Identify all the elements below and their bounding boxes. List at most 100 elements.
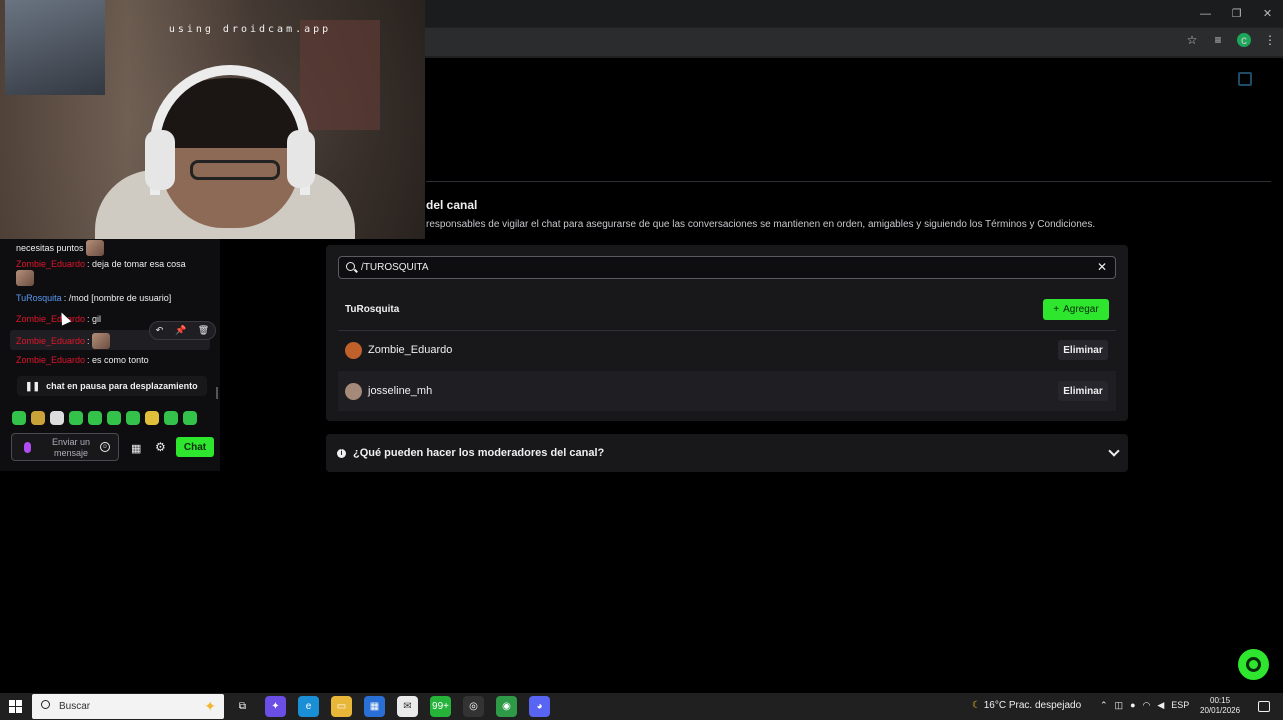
emote-icon[interactable]: [145, 411, 159, 425]
chat-message-text: :: [87, 336, 90, 346]
search-value: /TUROSQUITA: [361, 262, 429, 273]
wifi-icon[interactable]: ◠: [1143, 700, 1151, 711]
store-icon[interactable]: ▦: [364, 696, 385, 717]
chat-emote-line: [16, 270, 34, 286]
emote-icon[interactable]: [107, 411, 121, 425]
reply-icon[interactable]: ↶: [156, 325, 164, 336]
network-icon[interactable]: ◫: [1115, 700, 1124, 711]
chat-message-text: necesitas puntos: [16, 243, 84, 253]
windows-taskbar: Buscar ✦ ⧉ ✦ e ▭ ▦ ✉ 99+ ◎ ◉ ◕ ☾ 16°C Prac. despe…: [0, 693, 1283, 720]
clock-time: 00:15: [1210, 696, 1231, 705]
emote-icon[interactable]: [164, 411, 178, 425]
person-glasses: [190, 160, 280, 180]
chat-scrollbar[interactable]: [216, 387, 218, 399]
chat-message: Zombie_Eduardo : es como tonto: [16, 355, 149, 365]
headset-icon: [1246, 657, 1261, 672]
chat-username[interactable]: Zombie_Eduardo: [16, 314, 85, 324]
emote-icon[interactable]: [31, 411, 45, 425]
emote-icon: [16, 270, 34, 286]
add-moderator-button[interactable]: + Agregar: [1043, 299, 1109, 320]
moderator-name[interactable]: Zombie_Eduardo: [368, 344, 452, 356]
chat-message-text: : deja de tomar esa cosa: [87, 259, 186, 269]
kebab-menu-icon[interactable]: ⋮: [1263, 33, 1277, 47]
language-indicator[interactable]: ESP: [1171, 700, 1189, 711]
chat-username[interactable]: Zombie_Eduardo: [16, 355, 85, 365]
gear-icon[interactable]: ⚙: [155, 440, 166, 454]
address-field[interactable]: [426, 31, 1166, 53]
clear-search-icon[interactable]: ✕: [1097, 260, 1107, 274]
emote-icon[interactable]: [88, 411, 102, 425]
emoji-picker-icon[interactable]: ☺: [100, 442, 110, 452]
emote-icon[interactable]: [126, 411, 140, 425]
moderator-faq-accordion[interactable]: i ¿Qué pueden hacer los moderadores del …: [326, 434, 1128, 472]
emote-icon[interactable]: [12, 411, 26, 425]
notification-icon[interactable]: [1258, 701, 1270, 712]
chrome-icon[interactable]: ◉: [496, 696, 517, 717]
pin-icon[interactable]: 📌: [175, 325, 186, 336]
explorer-icon[interactable]: ▭: [331, 696, 352, 717]
microphone-icon[interactable]: ●: [1130, 700, 1135, 711]
moderators-card: /TUROSQUITA ✕ TuRosquita + Agregar Zombi…: [326, 245, 1128, 421]
section-description: responsables de vigilar el chat para ase…: [426, 219, 1096, 230]
weather-text: 16°C Prac. despejado: [983, 700, 1082, 711]
chat-paused-banner[interactable]: ❚❚ chat en pausa para desplazamiento: [17, 376, 207, 396]
store-icon[interactable]: ▦: [131, 442, 141, 455]
taskbar-search-input[interactable]: Buscar ✦: [32, 694, 224, 719]
windows-start-icon[interactable]: [9, 700, 22, 713]
profile-avatar[interactable]: c: [1237, 33, 1251, 47]
chat-message-text: : es como tonto: [87, 355, 149, 365]
message-actions: ↶ 📌 🗑: [149, 321, 216, 340]
emote-icon: [91, 333, 110, 349]
emote-icon[interactable]: [183, 411, 197, 425]
chevron-down-icon: [1108, 445, 1120, 457]
task-view-icon[interactable]: ⧉: [232, 696, 253, 717]
section-title: del canal: [426, 198, 478, 212]
speaker-icon[interactable]: ◀: [1157, 700, 1164, 711]
emote-icon: [85, 240, 104, 256]
chat-message: Zombie_Eduardo :: [16, 333, 110, 349]
headphone-left-cup: [145, 130, 175, 190]
moderator-row: josseline_mh Eliminar: [338, 371, 1116, 411]
emote-icon[interactable]: [69, 411, 83, 425]
weather-widget[interactable]: ☾ 16°C Prac. despejado: [972, 700, 1081, 711]
github-icon[interactable]: ◎: [463, 696, 484, 717]
search-result-username: TuRosquita: [345, 304, 400, 315]
chevron-up-icon[interactable]: ⌃: [1100, 700, 1108, 711]
close-window-button[interactable]: ✕: [1252, 0, 1283, 27]
moon-icon: ☾: [972, 700, 981, 711]
emote-icon[interactable]: [50, 411, 64, 425]
taskbar-clock[interactable]: 00:15 20/01/2026: [1200, 696, 1240, 716]
microphone-icon[interactable]: [24, 442, 31, 453]
bookmark-star-icon[interactable]: ☆: [1185, 33, 1199, 47]
creator-mode-icon[interactable]: [1238, 72, 1252, 86]
moderator-name[interactable]: josseline_mh: [368, 385, 432, 397]
paused-label: chat en pausa para desplazamiento: [46, 381, 198, 391]
window-controls: — ❐ ✕: [1190, 0, 1283, 27]
chat-message-input[interactable]: Enviar un mensaje ☺: [11, 433, 119, 461]
plus-icon: +: [1053, 304, 1060, 315]
stream-chat-panel: necesitas puntos Zombie_Eduardo : deja d…: [0, 239, 220, 471]
mail-icon[interactable]: ✉: [397, 696, 418, 717]
chat-username[interactable]: Zombie_Eduardo: [16, 336, 85, 346]
media-queue-icon[interactable]: ≡: [1211, 33, 1225, 47]
avatar[interactable]: [345, 341, 362, 359]
minimize-button[interactable]: —: [1190, 0, 1221, 27]
help-button[interactable]: [1238, 649, 1269, 680]
edge-icon[interactable]: e: [298, 696, 319, 717]
copilot-icon[interactable]: ✦: [265, 696, 286, 717]
avatar[interactable]: [345, 382, 362, 400]
moderator-search-input[interactable]: /TUROSQUITA ✕: [338, 256, 1116, 279]
delete-icon[interactable]: 🗑: [198, 325, 209, 336]
send-chat-button[interactable]: Chat: [176, 437, 214, 457]
chat-username[interactable]: Zombie_Eduardo: [16, 259, 85, 269]
discord-icon[interactable]: ◕: [529, 696, 550, 717]
whatsapp-icon[interactable]: 99+: [430, 696, 451, 717]
remove-moderator-button[interactable]: Eliminar: [1058, 340, 1108, 360]
remove-moderator-button[interactable]: Eliminar: [1058, 381, 1108, 401]
wall-poster: [5, 0, 105, 95]
search-highlight-icon: ✦: [204, 698, 216, 714]
restore-button[interactable]: ❐: [1221, 0, 1252, 27]
taskbar-search-placeholder: Buscar: [59, 701, 91, 712]
clock-date: 20/01/2026: [1200, 706, 1241, 715]
chat-username[interactable]: TuRosquita: [16, 293, 62, 303]
